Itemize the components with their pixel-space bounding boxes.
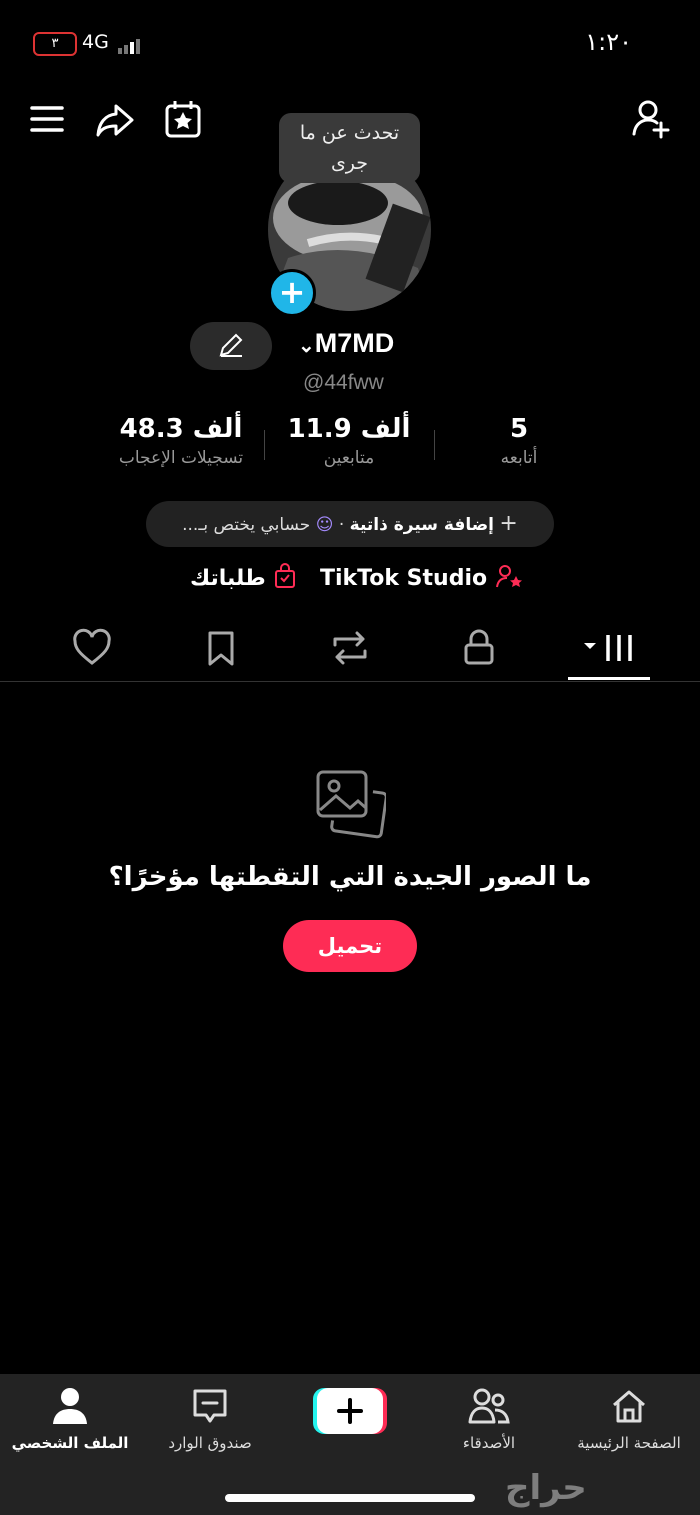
tab-reposts[interactable] (327, 625, 373, 671)
stat-likes-value: 48.3 ألف (119, 414, 243, 444)
plus-icon: + (499, 511, 518, 536)
stat-following[interactable]: 5 أتابعه (480, 414, 558, 468)
separator-dot: · (338, 515, 345, 535)
stat-following-label: أتابعه (500, 448, 538, 468)
stat-divider (264, 430, 265, 460)
orders-link[interactable]: طلباتك (190, 563, 297, 591)
friends-icon (424, 1384, 554, 1428)
edit-profile-button[interactable] (190, 322, 272, 370)
nav-home[interactable]: الصفحة الرئيسية (564, 1384, 694, 1452)
user-handle: @44fww (303, 371, 384, 394)
signal-icon (118, 35, 142, 54)
home-icon (564, 1384, 694, 1428)
content-tabs (0, 615, 700, 682)
menu-icon[interactable] (26, 98, 70, 142)
pencil-icon (219, 333, 243, 357)
nav-home-label: الصفحة الرئيسية (577, 1434, 681, 1452)
share-icon[interactable] (94, 98, 138, 142)
tab-videos[interactable] (582, 625, 638, 671)
repost-icon (333, 631, 367, 665)
nav-inbox-label: صندوق الوارد (168, 1434, 252, 1452)
shopping-bag-icon (273, 563, 297, 591)
nav-friends[interactable]: الأصدقاء (424, 1384, 554, 1452)
grid-dropdown-icon (584, 635, 632, 661)
stat-divider (434, 430, 435, 460)
add-friend-icon[interactable] (630, 98, 674, 142)
add-story-button[interactable]: + (268, 269, 316, 317)
tiktok-studio-link[interactable]: TikTok Studio (320, 563, 523, 591)
active-tab-indicator (568, 677, 650, 680)
empty-state-text: ما الصور الجيدة التي التقطتها مؤخرًا؟ (108, 862, 592, 892)
inbox-icon (145, 1384, 275, 1428)
create-button[interactable] (313, 1386, 387, 1436)
nav-friends-label: الأصدقاء (462, 1434, 516, 1452)
chevron-down-icon: ⌄ (298, 335, 315, 357)
profile-icon (5, 1384, 135, 1428)
home-indicator (225, 1494, 475, 1502)
username: M7MD (314, 328, 395, 358)
studio-label: TikTok Studio (320, 566, 488, 591)
network-label: 4G (82, 31, 109, 53)
stat-followers-label: متابعين (323, 448, 375, 468)
add-bio-button[interactable]: + إضافة سيرة ذاتية · ☺ حسابي يختص بـ... (146, 501, 554, 547)
orders-label: طلباتك (190, 566, 266, 591)
battery-indicator: ٣ (33, 32, 77, 56)
nav-profile[interactable]: الملف الشخصي (5, 1384, 135, 1452)
story-tooltip[interactable]: تحدث عن ما جرى (279, 113, 420, 183)
tab-liked[interactable] (69, 625, 115, 671)
username-switcher[interactable]: ⌄M7MD (298, 328, 394, 359)
status-time: ١:٢٠ (585, 28, 632, 56)
calendar-star-icon[interactable] (162, 98, 206, 142)
watermark-logo: حراج (505, 1468, 587, 1508)
upload-button[interactable]: تحميل (283, 920, 417, 972)
stat-likes[interactable]: 48.3 ألف تسجيلات الإعجاب (110, 414, 252, 468)
heart-icon (73, 628, 111, 665)
bookmark-icon (208, 631, 234, 666)
smile-icon: ☺ (315, 515, 334, 535)
photos-icon (314, 768, 388, 844)
stat-likes-label: تسجيلات الإعجاب (118, 448, 244, 468)
lock-icon (464, 629, 494, 665)
add-bio-label: إضافة سيرة ذاتية (349, 515, 495, 535)
nav-profile-label: الملف الشخصي (11, 1434, 129, 1452)
bio-suggestion: حسابي يختص بـ... (182, 515, 311, 535)
stat-followers-value: 11.9 ألف (287, 414, 411, 444)
stat-following-value: 5 (509, 414, 529, 444)
creator-star-icon (495, 565, 523, 591)
plus-icon (313, 1388, 387, 1434)
tab-favorites[interactable] (198, 625, 244, 671)
tab-private[interactable] (456, 625, 502, 671)
nav-inbox[interactable]: صندوق الوارد (145, 1384, 275, 1452)
stat-followers[interactable]: 11.9 ألف متابعين (287, 414, 411, 468)
